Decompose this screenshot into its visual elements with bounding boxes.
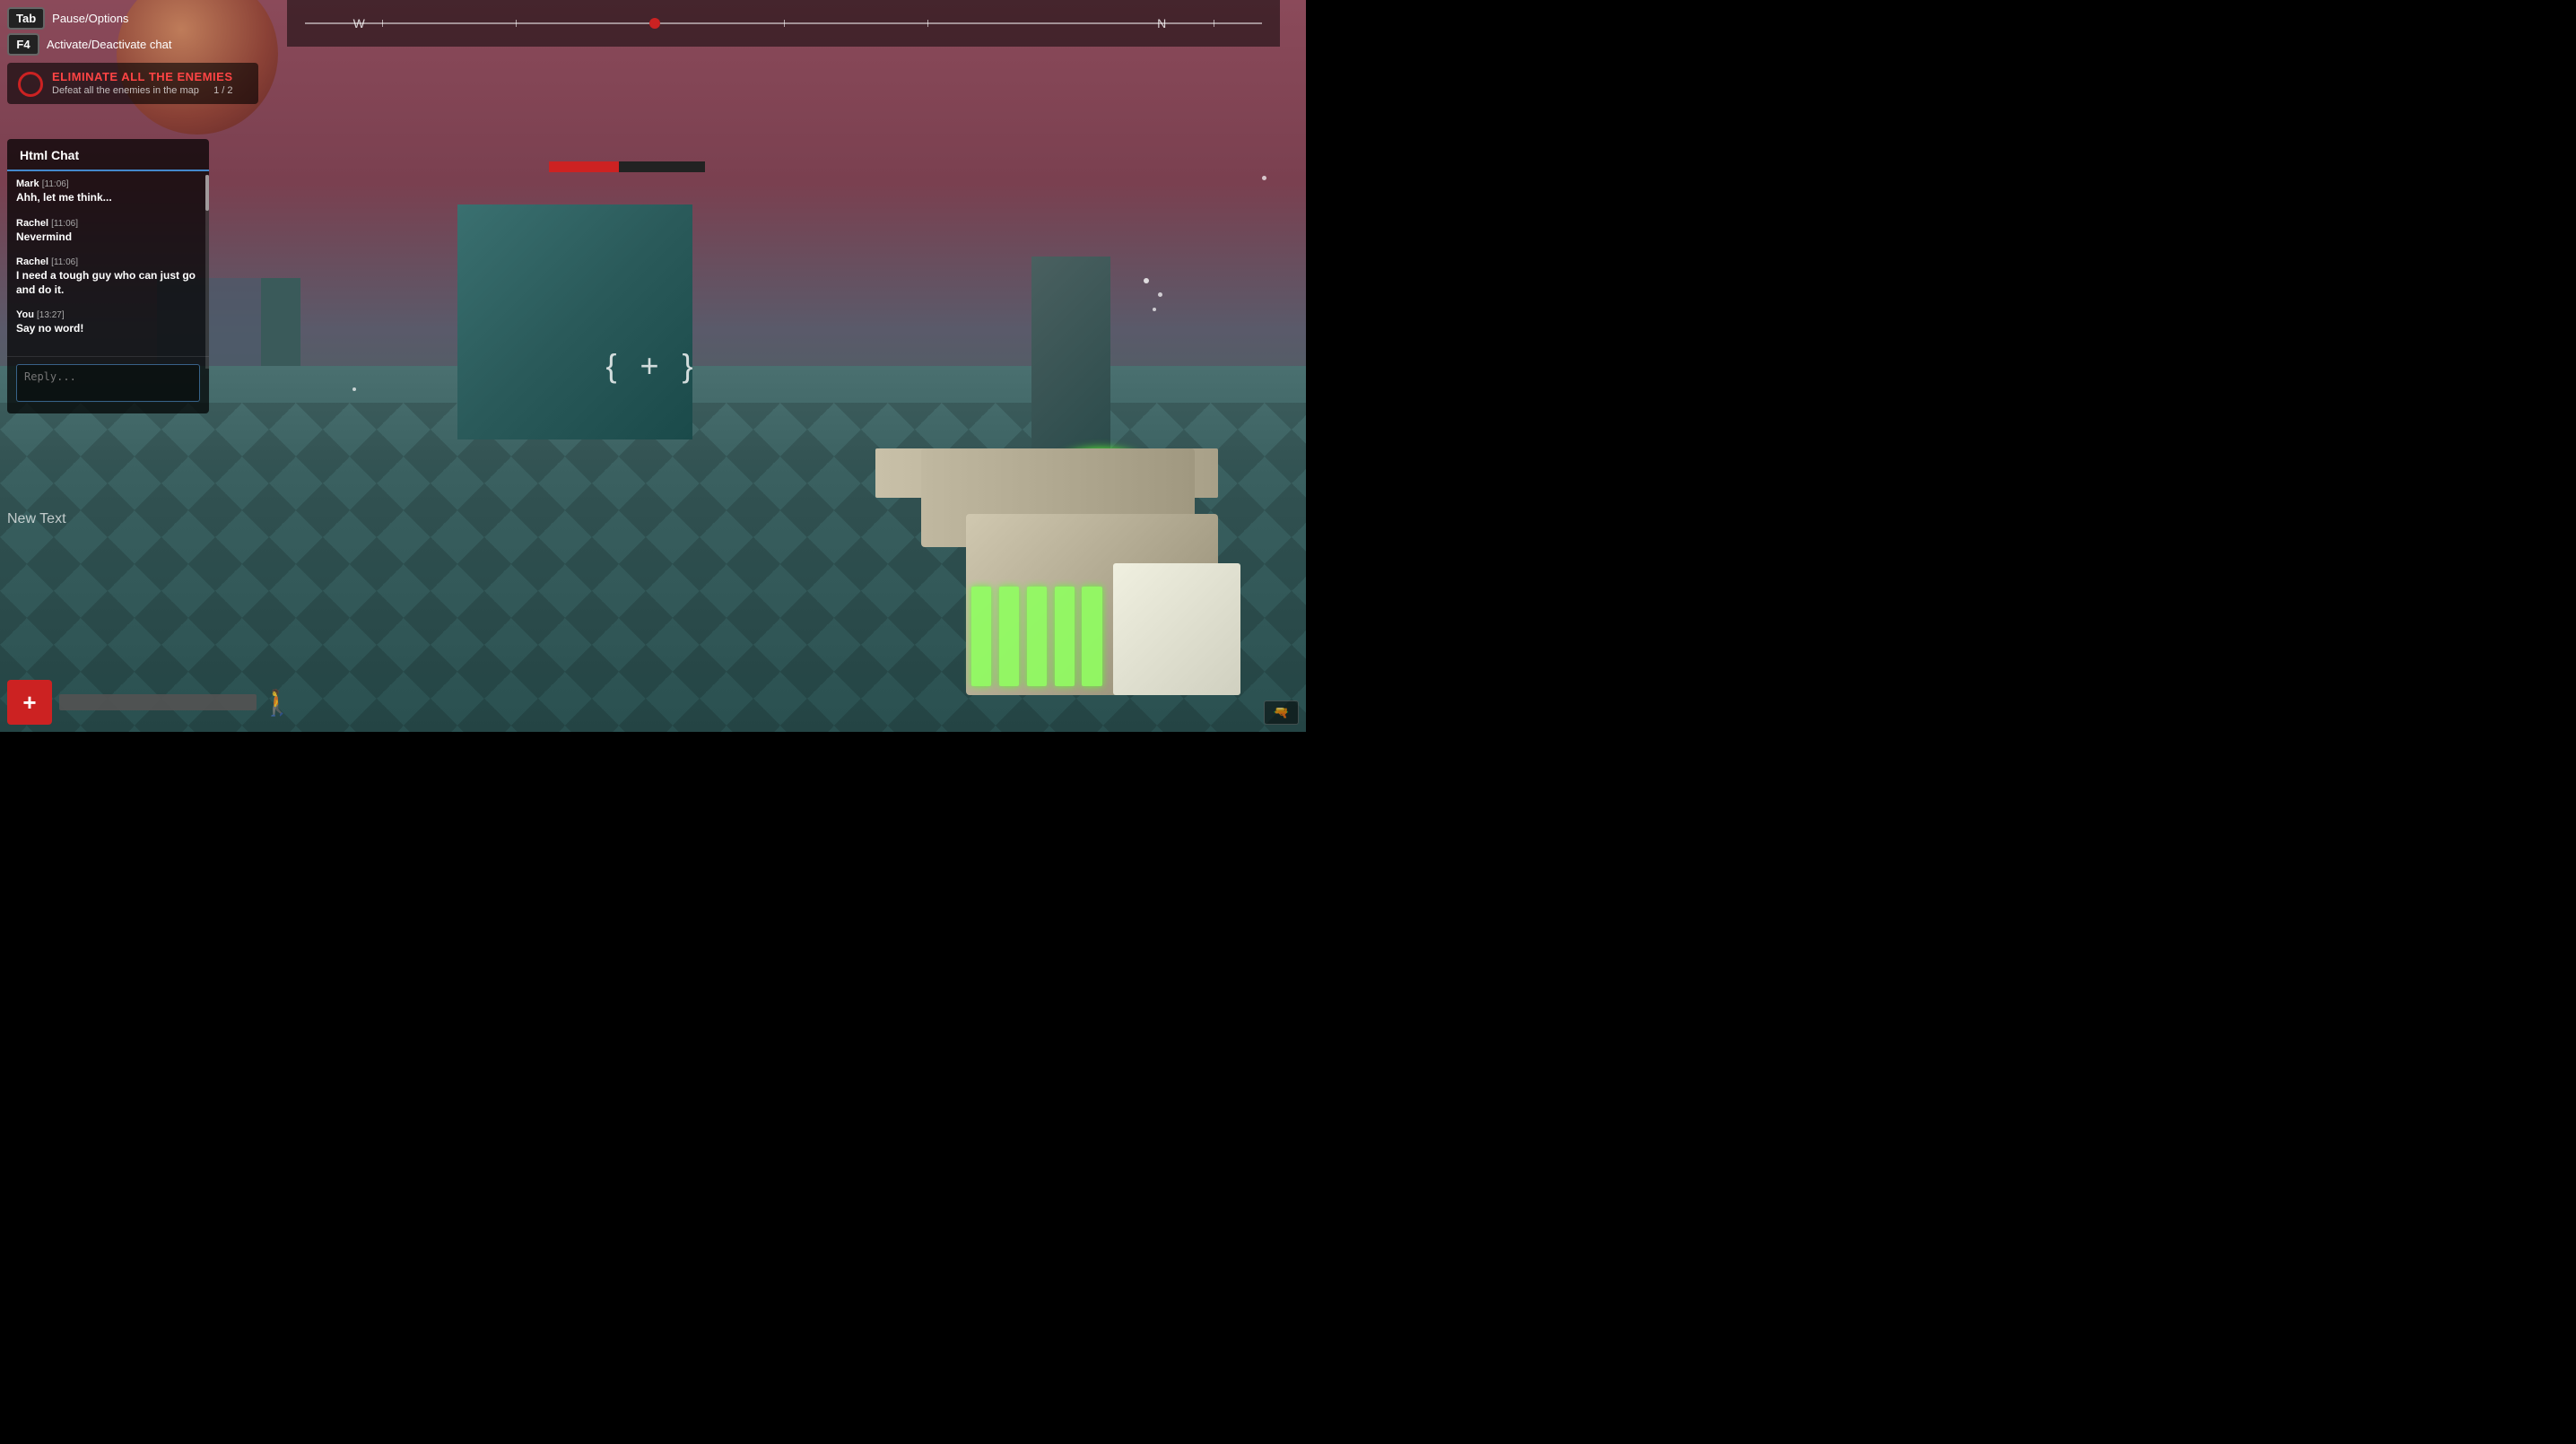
- chat-sender-0: Mark [11:06]: [16, 178, 200, 189]
- tab-label: Pause/Options: [52, 12, 128, 25]
- chat-sender-3: You [13:27]: [16, 309, 200, 320]
- sender-name-1: Rachel: [16, 218, 48, 229]
- timestamp-3: [13:27]: [37, 310, 65, 320]
- keybind-tab-row: Tab Pause/Options: [7, 7, 171, 30]
- weapon-stripe-5: [1082, 587, 1101, 686]
- objective-panel: ELIMINATE ALL THE ENEMIES Defeat all the…: [7, 63, 258, 104]
- compass-track: W N: [305, 22, 1262, 24]
- enemy-health-empty: [619, 161, 705, 172]
- sender-name-2: Rachel: [16, 257, 48, 267]
- chat-reply-input[interactable]: [16, 364, 200, 402]
- objective-count: 1 / 2: [213, 85, 232, 96]
- chat-message-2: Rachel [11:06] I need a tough guy who ca…: [16, 257, 200, 297]
- particle: [1262, 176, 1266, 180]
- stamina-fill: [59, 694, 257, 710]
- stamina-bar: [59, 694, 257, 710]
- sender-name-3: You: [16, 309, 34, 320]
- keybind-f4-row: F4 Activate/Deactivate chat: [7, 33, 171, 56]
- chat-scrollbar[interactable]: [205, 175, 209, 369]
- particle: [1158, 292, 1162, 297]
- compass-tick: [516, 20, 517, 27]
- chat-panel: Html Chat Mark [11:06] Ahh, let me think…: [7, 139, 209, 413]
- timestamp-2: [11:06]: [51, 257, 78, 267]
- weapon-stripe-1: [971, 587, 991, 686]
- chat-text-2: I need a tough guy who can just go and d…: [16, 269, 200, 297]
- center-obstacle: [457, 204, 692, 439]
- f4-label: Activate/Deactivate chat: [47, 38, 171, 51]
- character-icon: 🚶: [264, 680, 291, 725]
- weapon-model: [784, 366, 1241, 695]
- chat-header: Html Chat: [7, 139, 209, 171]
- tab-key: Tab: [7, 7, 45, 30]
- objective-desc-text: Defeat all the enemies in the map: [52, 85, 199, 96]
- chat-message-0: Mark [11:06] Ahh, let me think...: [16, 178, 200, 205]
- chat-message-1: Rachel [11:06] Nevermind: [16, 218, 200, 245]
- compass-tick: [382, 20, 383, 27]
- chat-message-3: You [13:27] Say no word!: [16, 309, 200, 336]
- compass-tick: [927, 20, 928, 27]
- health-button[interactable]: +: [7, 680, 52, 725]
- f4-key: F4: [7, 33, 39, 56]
- sender-name-0: Mark: [16, 178, 39, 189]
- ammo-display: 🔫: [1264, 700, 1299, 725]
- particle: [1153, 308, 1156, 311]
- timestamp-1: [11:06]: [51, 219, 78, 229]
- weapon-cube: [1113, 563, 1241, 695]
- objective-title: ELIMINATE ALL THE ENEMIES: [52, 70, 233, 83]
- bottom-hud: + 🚶: [7, 680, 1299, 725]
- particle: [1144, 278, 1149, 283]
- chat-sender-2: Rachel [11:06]: [16, 257, 200, 267]
- chat-text-1: Nevermind: [16, 231, 200, 245]
- weapon-stripe-2: [999, 587, 1019, 686]
- ammo-icon: 🔫: [1274, 705, 1289, 720]
- objective-description: Defeat all the enemies in the map 1 / 2: [52, 85, 233, 96]
- compass-north-label: N: [1157, 16, 1166, 30]
- objective-icon: [18, 72, 43, 97]
- chat-text-0: Ahh, let me think...: [16, 191, 200, 205]
- enemy-health-red: [549, 161, 620, 172]
- compass-tick: [784, 20, 785, 27]
- compass-west-label: W: [353, 16, 365, 30]
- weapon-body: [784, 366, 1241, 695]
- compass-bar: W N: [287, 0, 1280, 47]
- keybindings-panel: Tab Pause/Options F4 Activate/Deactivate…: [7, 7, 171, 56]
- weapon-stripe-3: [1027, 587, 1047, 686]
- compass-player-dot: [649, 18, 660, 29]
- chat-text-3: Say no word!: [16, 322, 200, 336]
- chat-messages: Mark [11:06] Ahh, let me think... Rachel…: [7, 171, 209, 356]
- chat-input-area: [7, 356, 209, 413]
- timestamp-0: [11:06]: [42, 179, 69, 189]
- new-text-label: New Text: [7, 511, 66, 527]
- chat-scrollthumb[interactable]: [205, 175, 209, 211]
- chat-sender-1: Rachel [11:06]: [16, 218, 200, 229]
- weapon-stripe-4: [1055, 587, 1075, 686]
- objective-content: ELIMINATE ALL THE ENEMIES Defeat all the…: [52, 70, 233, 96]
- enemy-health-bar: [549, 161, 706, 172]
- crosshair: { + }: [605, 347, 700, 385]
- health-cross-icon: +: [22, 691, 36, 714]
